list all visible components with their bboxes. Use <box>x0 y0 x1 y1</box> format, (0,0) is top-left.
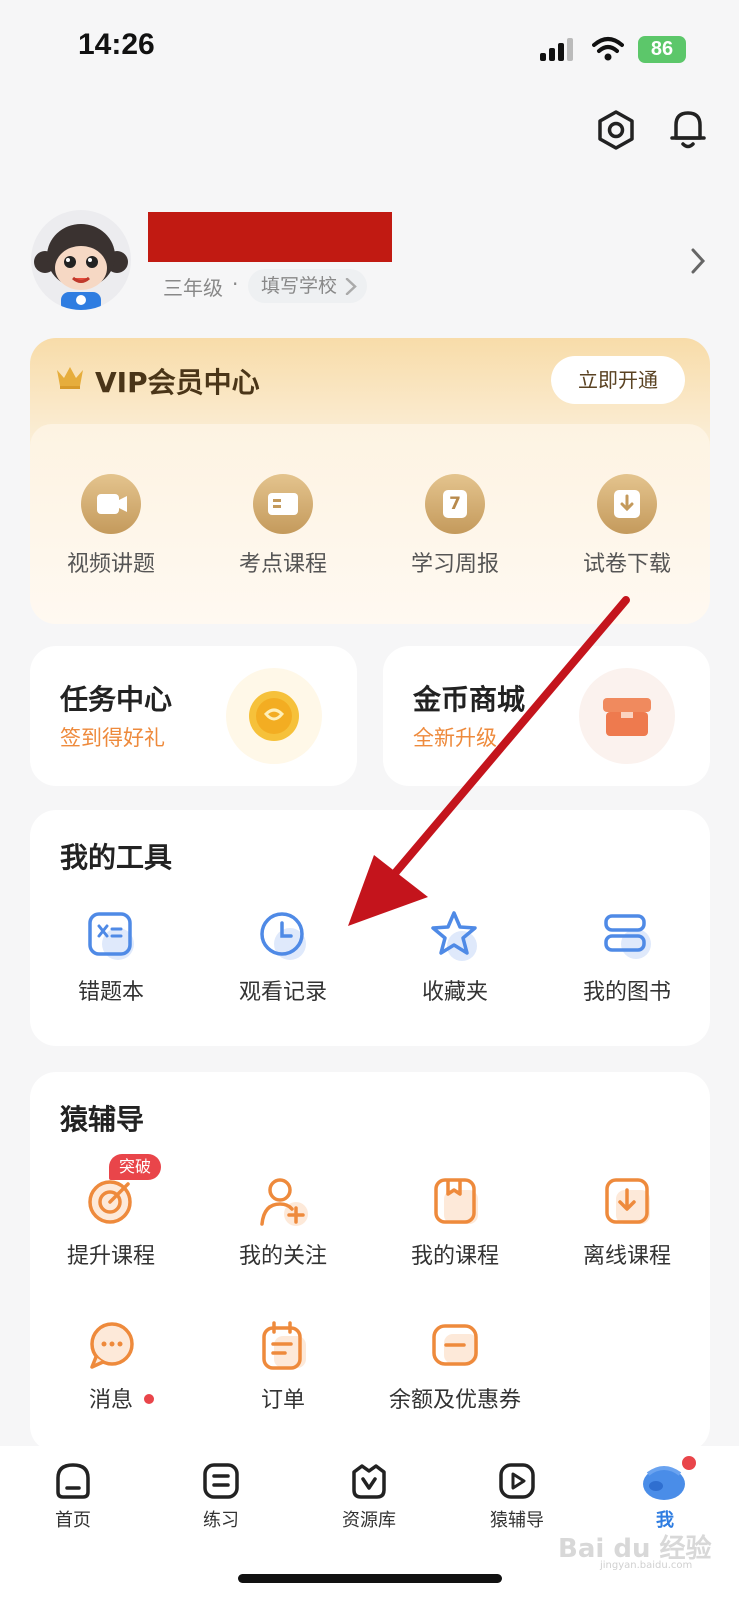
practice-icon <box>203 1463 239 1499</box>
battery-indicator: 86 <box>638 36 686 63</box>
tutoring-item-label: 离线课程 <box>582 1244 671 1269</box>
tutoring-item-orders[interactable]: 订单 <box>208 1312 358 1422</box>
vip-item-course[interactable]: 考点课程 <box>208 470 358 590</box>
tutoring-item-my-course[interactable]: 我的课程 <box>380 1166 530 1276</box>
vip-item-label: 考点课程 <box>238 552 327 577</box>
vip-item-label: 视频讲题 <box>66 552 155 577</box>
tool-wrong-book[interactable]: 错题本 <box>36 906 186 1016</box>
tool-watch-history[interactable]: 观看记录 <box>208 906 358 1016</box>
task-center-title: 任务中心 <box>60 683 173 716</box>
signal-icon <box>540 38 573 61</box>
tool-favorites[interactable]: 收藏夹 <box>380 906 530 1016</box>
gold-coin-icon <box>226 668 322 764</box>
target-icon <box>88 1180 132 1224</box>
coin-mall-subtitle: 全新升级 <box>413 726 497 750</box>
tutoring-item-balance-coupons[interactable]: 余额及优惠券 <box>370 1312 540 1422</box>
tab-home[interactable]: 首页 <box>18 1458 128 1538</box>
tutoring-item-follow[interactable]: 我的关注 <box>208 1166 358 1276</box>
tool-label: 观看记录 <box>238 980 327 1005</box>
clock-icon <box>260 912 306 960</box>
message-icon <box>90 1322 134 1369</box>
tab-resources[interactable]: 资源库 <box>314 1458 424 1538</box>
tab-me[interactable]: 我 <box>610 1454 720 1538</box>
books-icon <box>604 914 651 959</box>
tab-practice[interactable]: 练习 <box>166 1458 276 1538</box>
wallet-coupon-icon <box>432 1324 478 1366</box>
weekly-report-icon: 7 <box>425 474 485 534</box>
tutoring-item-offline-course[interactable]: 离线课程 <box>552 1166 702 1276</box>
breakthrough-badge: 突破 <box>109 1154 162 1180</box>
tool-label: 错题本 <box>77 980 144 1005</box>
grade-label: 三年级 <box>163 276 223 300</box>
follow-user-icon <box>260 1178 308 1226</box>
weekly-number: 7 <box>443 490 467 518</box>
tutoring-item-label: 我的课程 <box>410 1244 499 1269</box>
profile-chevron-icon[interactable] <box>690 248 706 274</box>
tutoring-item-label: 订单 <box>260 1388 305 1413</box>
offline-download-icon <box>605 1178 650 1224</box>
fill-school-label: 填写学校 <box>261 275 338 297</box>
watermark-sub: jingyan.baidu.com <box>600 1560 693 1571</box>
vip-item-label: 学习周报 <box>410 552 499 577</box>
star-icon <box>431 911 477 961</box>
vip-item-label: 试卷下载 <box>582 552 671 577</box>
play-icon <box>499 1463 535 1499</box>
tutoring-item-messages[interactable]: 消息 <box>36 1312 186 1422</box>
coin-mall-title: 金币商城 <box>413 683 526 716</box>
wrong-answer-book-icon <box>88 912 134 960</box>
monkey-avatar-icon <box>34 224 128 310</box>
shop-icon <box>579 668 675 764</box>
tab-label: 练习 <box>203 1510 239 1531</box>
chevron-right-icon <box>345 278 357 295</box>
resource-icon <box>352 1464 386 1499</box>
vip-open-button[interactable]: 立即开通 <box>551 356 685 404</box>
tutoring-item-label: 提升课程 <box>66 1244 155 1269</box>
me-notification-dot <box>680 1454 698 1472</box>
my-tools-title: 我的工具 <box>60 841 173 874</box>
unread-dot <box>144 1394 154 1404</box>
home-icon <box>56 1463 90 1499</box>
tab-label: 猿辅导 <box>490 1510 544 1531</box>
coin-mall-card[interactable]: 金币商城 全新升级 <box>383 646 710 786</box>
tutoring-item-label: 消息 <box>88 1388 133 1413</box>
avatar[interactable] <box>31 210 131 310</box>
tab-label: 首页 <box>55 1510 91 1531</box>
tutoring-item-label: 余额及优惠券 <box>388 1388 521 1413</box>
tutoring-item-upgrade-course[interactable]: 突破 提升课程 <box>36 1154 186 1276</box>
download-icon <box>597 474 657 534</box>
vip-title: VIP会员中心 <box>95 366 260 399</box>
bell-icon[interactable] <box>668 106 708 150</box>
wifi-icon <box>592 37 624 61</box>
redacted-username <box>148 212 392 262</box>
tab-tutoring[interactable]: 猿辅导 <box>462 1458 572 1538</box>
video-icon <box>81 474 141 534</box>
tutoring-item-label: 我的关注 <box>238 1244 327 1269</box>
separator: · <box>232 272 239 296</box>
my-course-icon <box>434 1178 478 1224</box>
tool-label: 收藏夹 <box>421 980 488 1005</box>
fill-school-button[interactable]: 填写学校 <box>248 269 368 303</box>
vip-item-download[interactable]: 试卷下载 <box>552 470 702 590</box>
vip-item-weekly[interactable]: 7 学习周报 <box>380 470 530 590</box>
tutoring-title: 猿辅导 <box>60 1103 145 1136</box>
crown-icon <box>57 367 83 389</box>
vip-item-video[interactable]: 视频讲题 <box>36 470 186 590</box>
home-indicator[interactable] <box>238 1574 502 1583</box>
course-icon <box>253 474 313 534</box>
task-center-subtitle: 签到得好礼 <box>60 726 165 750</box>
task-center-card[interactable]: 任务中心 签到得好礼 <box>30 646 357 786</box>
status-time: 14:26 <box>78 28 155 61</box>
tool-label: 我的图书 <box>582 980 671 1005</box>
tool-my-books[interactable]: 我的图书 <box>552 906 702 1016</box>
order-icon <box>262 1321 306 1370</box>
settings-icon[interactable] <box>596 110 636 150</box>
tab-label: 资源库 <box>342 1510 396 1531</box>
